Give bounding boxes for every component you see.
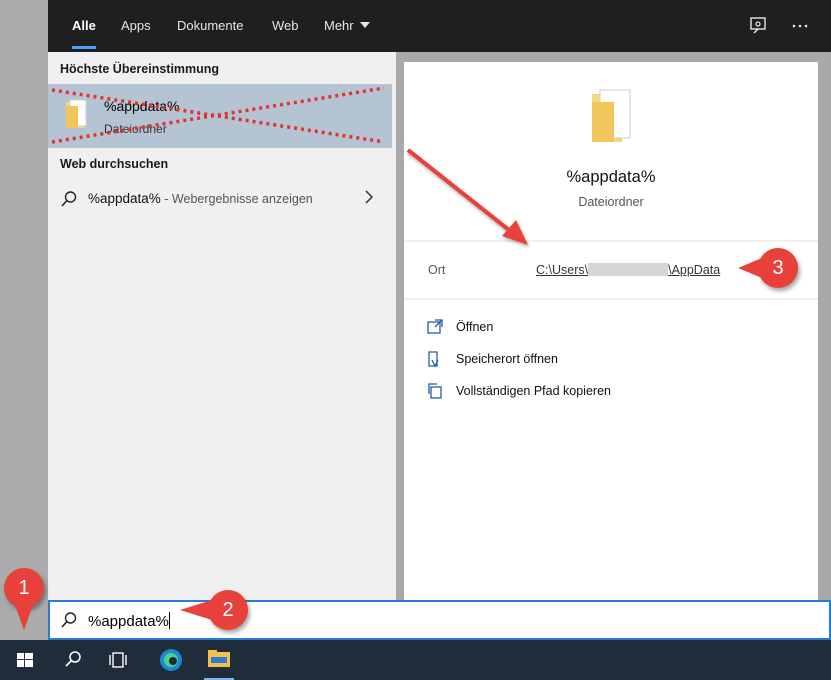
tab-label: Dokumente xyxy=(177,18,244,33)
badge-number: 2 xyxy=(222,599,234,621)
taskbar xyxy=(0,640,831,680)
chevron-down-icon xyxy=(359,22,370,28)
edge-browser-button[interactable] xyxy=(148,640,194,680)
badge-number: 1 xyxy=(18,577,30,599)
start-icon xyxy=(17,653,33,667)
search-input[interactable]: %appdata% xyxy=(48,600,831,640)
action-label: Vollständigen Pfad kopieren xyxy=(456,384,611,398)
preview-panel: %appdata% Dateiordner Ort C:\Users\ \AppD… xyxy=(404,62,818,600)
preview-type: Dateiordner xyxy=(578,195,644,209)
start-button[interactable] xyxy=(2,640,48,680)
best-match-heading: Höchste Übereinstimmung xyxy=(60,62,220,76)
divider xyxy=(404,240,818,242)
action-label: Öffnen xyxy=(456,320,494,334)
desktop-background xyxy=(0,0,48,640)
badge-number: 3 xyxy=(772,257,784,279)
location-path-link[interactable]: C:\Users\ \AppData xyxy=(536,263,720,277)
search-tabs-bar: Alle Apps Dokumente Web Mehr xyxy=(48,0,831,52)
more-options-icon[interactable] xyxy=(788,14,812,38)
annotation-badge-1: 1 xyxy=(4,568,44,608)
tab-web[interactable]: Web xyxy=(272,0,299,52)
open-icon xyxy=(427,319,443,334)
path-suffix: \AppData xyxy=(668,263,721,277)
annotation-badge-2: 2 xyxy=(208,590,248,630)
tab-apps[interactable]: Apps xyxy=(121,0,151,52)
tab-dokumente[interactable]: Dokumente xyxy=(177,0,243,52)
chevron-right-icon[interactable] xyxy=(364,190,374,209)
results-panel: Höchste Übereinstimmung %appdata% Dateio… xyxy=(48,52,396,600)
web-query: %appdata% xyxy=(88,191,161,206)
search-query: %appdata% xyxy=(88,613,169,630)
location-label: Ort xyxy=(428,263,446,277)
taskbar-search-button[interactable] xyxy=(50,640,96,680)
redacted-username xyxy=(588,263,669,276)
tab-alle[interactable]: Alle xyxy=(72,0,96,52)
edge-icon xyxy=(160,649,182,671)
web-search-result[interactable]: %appdata% - Webergebnisse anzeigen xyxy=(48,184,392,214)
action-label: Speicherort öffnen xyxy=(456,352,558,366)
tab-label: Web xyxy=(272,18,299,33)
file-explorer-icon xyxy=(208,650,230,667)
tab-label: Apps xyxy=(121,18,151,33)
preview-name: %appdata% xyxy=(566,168,656,186)
tab-label: Alle xyxy=(72,18,96,33)
tab-mehr[interactable]: Mehr xyxy=(324,0,370,52)
web-search-heading: Web durchsuchen xyxy=(60,157,169,171)
search-input-value: %appdata% xyxy=(88,612,170,630)
search-icon xyxy=(65,651,81,667)
web-query-text: %appdata% - Webergebnisse anzeigen xyxy=(88,191,313,206)
file-location-icon xyxy=(428,351,439,368)
large-folder-icon xyxy=(590,88,634,151)
file-explorer-button[interactable] xyxy=(196,640,242,680)
path-prefix: C:\Users\ xyxy=(536,263,589,277)
cross-out-mark xyxy=(51,86,385,144)
copy-path-icon xyxy=(428,383,442,399)
tab-label: Mehr xyxy=(324,18,354,33)
feedback-icon[interactable] xyxy=(746,14,770,38)
best-match-result[interactable]: %appdata% Dateiordner xyxy=(48,84,392,148)
search-icon xyxy=(60,611,78,634)
search-icon xyxy=(60,190,78,213)
task-view-icon xyxy=(109,652,127,668)
annotation-badge-3: 3 xyxy=(758,248,798,288)
text-cursor xyxy=(168,612,170,629)
task-view-button[interactable] xyxy=(96,640,142,680)
web-hint: - Webergebnisse anzeigen xyxy=(160,192,313,206)
divider xyxy=(404,298,818,300)
